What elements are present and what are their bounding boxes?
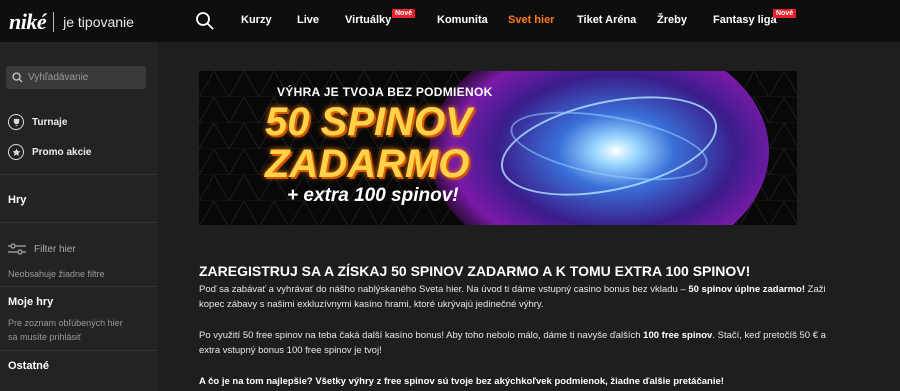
promo-icon (8, 144, 24, 160)
filter-label: Filter hier (34, 243, 76, 255)
new-badge: Nové (392, 9, 416, 18)
filter-games-button[interactable]: Filter hier (8, 243, 76, 255)
my-games-text: Pre zoznam obľúbených hier (8, 318, 123, 328)
nav-kurzy[interactable]: Kurzy (241, 14, 272, 26)
other-heading: Ostatné (8, 360, 49, 372)
promo-headline: ZAREGISTRUJ SA A ZÍSKAJ 50 SPINOV ZADARM… (199, 263, 751, 279)
sidebar-item-promo-akcie[interactable]: Promo akcie (8, 144, 91, 160)
main-nav: Kurzy Live Virtuálky Nové Komunita Svet … (0, 0, 900, 42)
sidebar-item-label: Turnaje (32, 116, 68, 128)
banner-title-line1: 50 SPINOV (265, 100, 472, 144)
tournament-icon (8, 114, 24, 130)
new-badge: Nové (773, 9, 797, 18)
sidebar: Turnaje Promo akcie Hry Filter hier Neob… (0, 42, 158, 391)
highlight: 50 spinov úplne zadarmo! (688, 284, 805, 295)
sidebar-item-label: Promo akcie (32, 146, 92, 158)
sidebar-item-turnaje[interactable]: Turnaje (8, 114, 67, 130)
nav-svet-hier[interactable]: Svet hier (508, 14, 554, 26)
promo-paragraph-2: Po využití 50 free spinov na teba čaká d… (199, 328, 849, 358)
text: Poď sa zabávať a vyhrávať do nášho nablý… (199, 284, 689, 295)
login-prompt[interactable]: sa musíte prihlásiť (8, 331, 81, 344)
banner-title-line2: ZADARMO (265, 142, 470, 186)
main-content: VÝHRA JE TVOJA BEZ PODMIENOK 50 SPINOV Z… (158, 42, 900, 391)
filter-icon (8, 243, 26, 255)
nav-virtualky[interactable]: Virtuálky (345, 14, 391, 26)
nav-fantasy-liga[interactable]: Fantasy liga (713, 14, 777, 26)
search-icon (12, 72, 23, 83)
promo-paragraph-3: A čo je na tom najlepšie? Všetky výhry z… (199, 376, 724, 387)
divider (0, 222, 158, 223)
my-games-heading: Moje hry (8, 296, 54, 308)
nav-tiket-arena[interactable]: Tiket Aréna (577, 14, 636, 26)
highlight: 100 free spinov (643, 330, 713, 341)
sidebar-search[interactable] (6, 66, 146, 89)
banner-extra: + extra 100 spinov! (287, 185, 459, 206)
no-filters-text: Neobsahuje žiadne filtre (8, 269, 105, 279)
nav-live[interactable]: Live (297, 14, 319, 26)
banner-subtitle: VÝHRA JE TVOJA BEZ PODMIENOK (277, 85, 493, 99)
divider (0, 286, 158, 287)
nav-zreby[interactable]: Žreby (657, 14, 687, 26)
nav-komunita[interactable]: Komunita (437, 14, 488, 26)
search-input[interactable] (28, 72, 138, 83)
promo-paragraph-1: Poď sa zabávať a vyhrávať do nášho nablý… (199, 282, 849, 312)
divider (0, 350, 158, 351)
text: Po využití 50 free spinov na teba čaká d… (199, 330, 644, 341)
divider (0, 174, 158, 175)
promo-banner[interactable]: VÝHRA JE TVOJA BEZ PODMIENOK 50 SPINOV Z… (199, 71, 797, 225)
top-header: niké je tipovanie Kurzy Live Virtuálky N… (0, 0, 900, 42)
games-heading: Hry (8, 194, 27, 206)
